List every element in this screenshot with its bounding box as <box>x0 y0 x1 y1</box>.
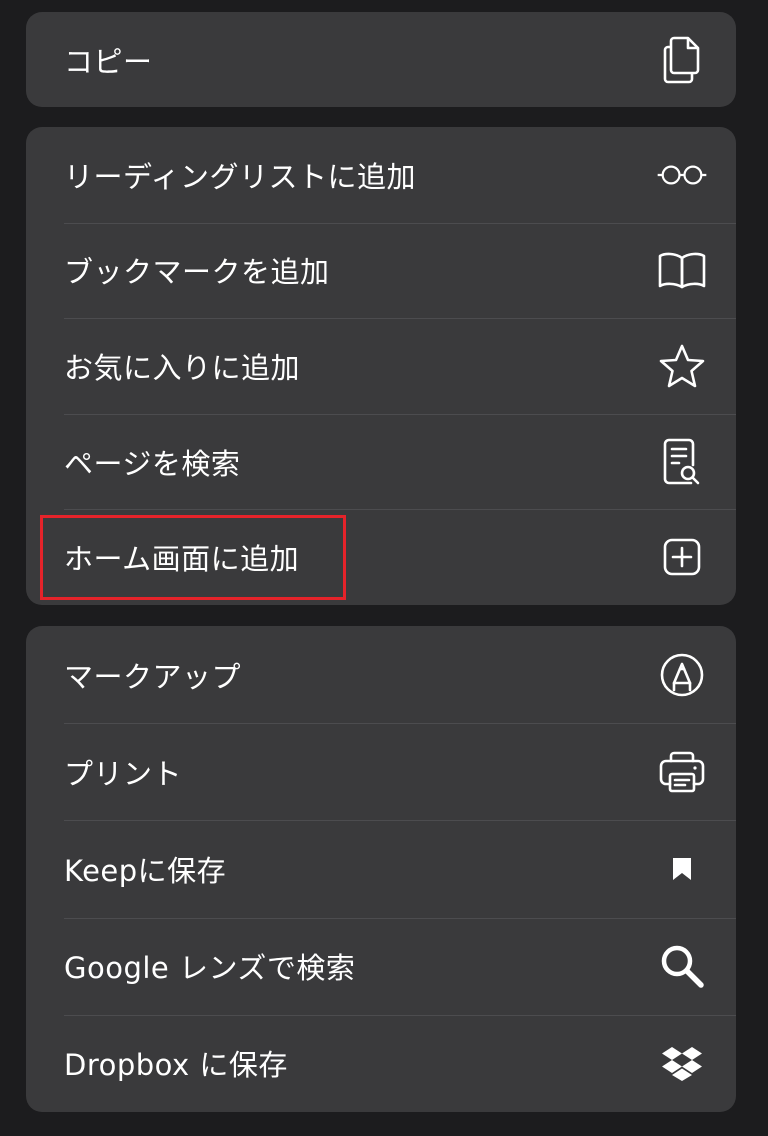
menu-item-markup[interactable]: マークアップ <box>26 626 736 723</box>
menu-item-label: お気に入りに追加 <box>64 350 301 385</box>
find-in-page-icon <box>656 436 708 488</box>
copy-icon <box>656 34 708 86</box>
book-icon <box>656 244 708 296</box>
markup-icon <box>656 649 708 701</box>
menu-item-label: Google レンズで検索 <box>64 951 356 986</box>
menu-item-label: リーディングリストに追加 <box>64 159 416 194</box>
main-actions-group: リーディングリストに追加 ブックマークを追加 お気に入りに追加 ページを検索 ホ… <box>26 127 736 605</box>
menu-item-add-to-reading-list[interactable]: リーディングリストに追加 <box>26 127 736 223</box>
glasses-icon <box>656 149 708 201</box>
menu-item-add-to-home-screen[interactable]: ホーム画面に追加 <box>26 509 736 605</box>
star-icon <box>656 340 708 392</box>
copy-group: コピー <box>26 12 736 107</box>
printer-icon <box>656 746 708 798</box>
tools-group: マークアップ プリント Keepに保存 Google レンズで検索 Dropbo… <box>26 626 736 1112</box>
menu-item-label: Dropbox に保存 <box>64 1048 288 1083</box>
menu-item-save-to-keep[interactable]: Keepに保存 <box>26 820 736 917</box>
menu-item-save-to-dropbox[interactable]: Dropbox に保存 <box>26 1014 736 1112</box>
dropbox-icon <box>656 1037 708 1089</box>
add-square-icon <box>656 531 708 583</box>
menu-item-add-to-favorites[interactable]: お気に入りに追加 <box>26 318 736 414</box>
menu-item-print[interactable]: プリント <box>26 723 736 820</box>
menu-item-label: Keepに保存 <box>64 853 227 888</box>
menu-item-add-bookmark[interactable]: ブックマークを追加 <box>26 222 736 319</box>
menu-item-copy[interactable]: コピー <box>26 12 736 107</box>
menu-item-label: マークアップ <box>64 659 242 694</box>
menu-item-search-with-google-lens[interactable]: Google レンズで検索 <box>26 917 736 1015</box>
menu-item-label: コピー <box>64 44 153 79</box>
menu-item-label: ホーム画面に追加 <box>64 542 300 577</box>
search-icon <box>656 940 708 992</box>
menu-item-label: ページを検索 <box>64 446 241 481</box>
menu-item-label: ブックマークを追加 <box>64 255 330 290</box>
menu-item-label: プリント <box>64 756 183 791</box>
bookmark-icon <box>656 843 708 895</box>
menu-item-find-on-page[interactable]: ページを検索 <box>26 413 736 510</box>
